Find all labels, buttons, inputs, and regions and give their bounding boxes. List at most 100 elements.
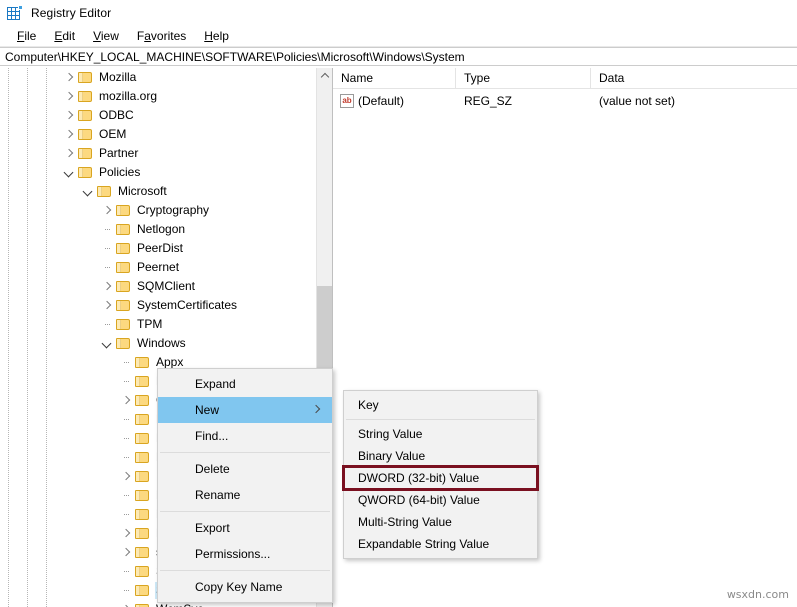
tree-leaf-marker-icon: [119, 448, 135, 467]
tree-item[interactable]: ODBC: [0, 106, 317, 125]
submenu-item-label: Binary Value: [358, 449, 426, 463]
context-menu[interactable]: Expand New Find... Delete Rename Export Permis…: [157, 368, 333, 603]
chevron-right-icon[interactable]: [119, 391, 135, 410]
chevron-right-icon[interactable]: [100, 296, 116, 315]
column-header-name[interactable]: Name: [333, 68, 456, 88]
tree-item-label: Microsoft: [118, 184, 167, 198]
chevron-right-icon[interactable]: [62, 125, 78, 144]
folder-icon: [135, 451, 150, 464]
tree-leaf-marker-icon: [119, 486, 135, 505]
tree-item[interactable]: Microsoft: [0, 182, 317, 201]
menu-view[interactable]: View: [84, 27, 128, 45]
context-menu-item-label: Find...: [195, 429, 229, 443]
folder-icon: [135, 565, 150, 578]
tree-leaf-marker-icon: [119, 372, 135, 391]
tree-item[interactable]: Netlogon: [0, 220, 317, 239]
submenu-item-string-value[interactable]: String Value: [344, 423, 537, 445]
menu-edit[interactable]: Edit: [45, 27, 84, 45]
submenu-item-label: Expandable String Value: [358, 537, 490, 551]
folder-icon: [116, 223, 131, 236]
chevron-right-icon[interactable]: [62, 68, 78, 87]
menu-help[interactable]: Help: [195, 27, 238, 45]
tree-leaf-marker-icon: [100, 220, 116, 239]
chevron-right-icon[interactable]: [119, 543, 135, 562]
submenu-item-label: Multi-String Value: [358, 515, 452, 529]
chevron-right-icon[interactable]: [119, 600, 135, 607]
column-header-data[interactable]: Data: [591, 68, 797, 88]
tree-item-label: Policies: [99, 165, 141, 179]
chevron-right-icon[interactable]: [100, 201, 116, 220]
tree-item[interactable]: PeerDist: [0, 239, 317, 258]
chevron-right-icon[interactable]: [62, 144, 78, 163]
tree-item[interactable]: OEM: [0, 125, 317, 144]
tree-item[interactable]: Mozilla: [0, 68, 317, 87]
chevron-down-icon[interactable]: [62, 163, 78, 182]
column-header-type[interactable]: Type: [456, 68, 591, 88]
folder-icon: [135, 527, 150, 540]
context-menu-item-permissions[interactable]: Permissions...: [158, 541, 332, 567]
context-menu-item-find[interactable]: Find...: [158, 423, 332, 449]
submenu-item-label: Key: [358, 398, 379, 412]
context-menu-item-export[interactable]: Export: [158, 515, 332, 541]
context-menu-item-new[interactable]: New: [158, 397, 332, 423]
tree-item[interactable]: mozilla.org: [0, 87, 317, 106]
tree-item-label: mozilla.org: [99, 89, 158, 103]
context-menu-item-copy-key-name[interactable]: Copy Key Name: [158, 574, 332, 600]
tree-item-label: Cryptography: [137, 203, 210, 217]
submenu-item-dword-32-bit-value[interactable]: DWORD (32-bit) Value: [342, 465, 539, 491]
new-submenu[interactable]: Key String Value Binary Value DWORD (32-bit…: [342, 390, 539, 559]
context-menu-item-label: Copy Key Name: [195, 580, 283, 594]
submenu-item-multi-string-value[interactable]: Multi-String Value: [344, 511, 537, 533]
tree-leaf-marker-icon: [100, 239, 116, 258]
tree-item-label: PeerDist: [137, 241, 184, 255]
context-menu-item-label: Rename: [195, 488, 241, 502]
menu-separator: [346, 419, 535, 420]
folder-icon: [116, 242, 131, 255]
folder-icon: [78, 166, 93, 179]
tree-leaf-marker-icon: [119, 505, 135, 524]
chevron-right-icon[interactable]: [119, 467, 135, 486]
menu-favorites[interactable]: Favorites: [128, 27, 195, 45]
context-menu-item-delete[interactable]: Delete: [158, 456, 332, 482]
folder-icon: [135, 489, 150, 502]
context-menu-item-label: New: [195, 403, 220, 417]
tree-item[interactable]: Cryptography: [0, 201, 317, 220]
folder-icon: [78, 109, 93, 122]
tree-item[interactable]: Policies: [0, 163, 317, 182]
context-menu-item-rename[interactable]: Rename: [158, 482, 332, 508]
tree-item[interactable]: Partner: [0, 144, 317, 163]
scroll-up-icon[interactable]: [317, 68, 332, 85]
values-list: ab (Default) REG_SZ (value not set): [333, 89, 797, 110]
tree-item-label: Mozilla: [99, 70, 137, 84]
submenu-item-qword-64-bit-value[interactable]: QWORD (64-bit) Value: [344, 489, 537, 511]
values-column-headers: Name Type Data: [333, 68, 797, 89]
menu-separator: [160, 452, 330, 453]
tree-item-label: OEM: [99, 127, 127, 141]
tree-item[interactable]: TPM: [0, 315, 317, 334]
chevron-down-icon[interactable]: [81, 182, 97, 201]
tree-item-label: Windows: [137, 336, 186, 350]
submenu-item-key[interactable]: Key: [344, 394, 537, 416]
value-data-cell: (value not set): [599, 93, 676, 108]
chevron-right-icon[interactable]: [62, 87, 78, 106]
folder-icon: [78, 90, 93, 103]
menu-file[interactable]: File: [8, 27, 45, 45]
tree-item[interactable]: SQMClient: [0, 277, 317, 296]
submenu-item-expandable-string-value[interactable]: Expandable String Value: [344, 533, 537, 555]
address-bar[interactable]: Computer\HKEY_LOCAL_MACHINE\SOFTWARE\Pol…: [0, 47, 797, 66]
submenu-item-label: QWORD (64-bit) Value: [358, 493, 480, 507]
folder-icon: [116, 261, 131, 274]
chevron-right-icon[interactable]: [62, 106, 78, 125]
folder-icon: [135, 413, 150, 426]
context-menu-item-expand[interactable]: Expand: [158, 371, 332, 397]
folder-icon: [116, 299, 131, 312]
submenu-item-binary-value[interactable]: Binary Value: [344, 445, 537, 467]
tree-item[interactable]: SystemCertificates: [0, 296, 317, 315]
folder-icon: [135, 603, 150, 607]
value-row[interactable]: ab (Default) REG_SZ (value not set): [333, 91, 797, 110]
tree-item[interactable]: Windows: [0, 334, 317, 353]
chevron-right-icon[interactable]: [100, 277, 116, 296]
tree-item[interactable]: Peernet: [0, 258, 317, 277]
chevron-right-icon[interactable]: [119, 524, 135, 543]
chevron-down-icon[interactable]: [100, 334, 116, 353]
